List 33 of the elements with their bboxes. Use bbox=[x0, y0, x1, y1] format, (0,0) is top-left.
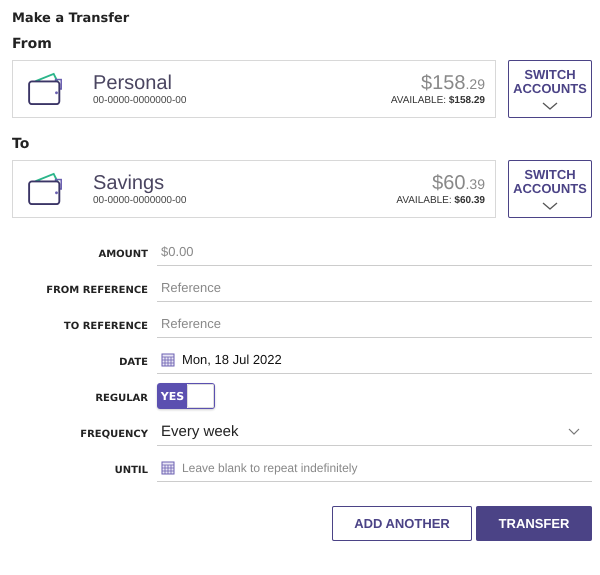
add-another-button[interactable]: ADD ANOTHER bbox=[332, 506, 472, 541]
section-heading: From bbox=[12, 35, 53, 54]
field-label: FREQUENCY bbox=[79, 428, 149, 440]
balance-cents: .39 bbox=[466, 176, 485, 192]
account-name: Personal bbox=[93, 72, 173, 95]
balance-amount: $158 bbox=[421, 72, 466, 94]
available-balance: AVAILABLE: $60.39 bbox=[396, 195, 485, 206]
available-balance: AVAILABLE: $158.29 bbox=[390, 95, 485, 106]
date-field[interactable]: Mon, 18 Jul 2022 bbox=[157, 346, 592, 374]
field-label: AMOUNT bbox=[97, 248, 149, 260]
field-label: UNTIL bbox=[114, 464, 149, 476]
frequency-dropdown[interactable]: Every week bbox=[157, 418, 592, 446]
field-label: TO REFERENCE bbox=[62, 320, 149, 332]
calendar-icon bbox=[161, 460, 175, 474]
chevron-down-icon bbox=[542, 202, 558, 210]
chevron-down-icon bbox=[568, 428, 580, 435]
account-name: Savings bbox=[93, 172, 166, 195]
transfer-button[interactable]: TRANSFER bbox=[476, 506, 592, 541]
switch-accounts-button[interactable]: SWITCH ACCOUNTS bbox=[508, 160, 592, 218]
field-label: DATE bbox=[118, 356, 149, 368]
account-number: 00-0000-0000000-00 bbox=[93, 195, 188, 206]
toggle-switch[interactable]: YES bbox=[157, 383, 215, 409]
page-title: Make a Transfer bbox=[12, 10, 130, 28]
account-number: 00-0000-0000000-00 bbox=[93, 95, 188, 106]
switch-accounts-button[interactable]: SWITCH ACCOUNTS bbox=[508, 60, 592, 118]
field-label: FROM REFERENCE bbox=[45, 284, 149, 296]
calendar-icon bbox=[161, 352, 175, 366]
balance-amount: $60 bbox=[432, 172, 466, 194]
chevron-down-icon bbox=[542, 102, 558, 110]
date-field[interactable]: Leave blank to repeat indefinitely bbox=[157, 454, 592, 482]
balance-cents: .29 bbox=[466, 76, 485, 92]
section-heading: To bbox=[12, 135, 30, 154]
field-label: REGULAR bbox=[94, 392, 149, 404]
